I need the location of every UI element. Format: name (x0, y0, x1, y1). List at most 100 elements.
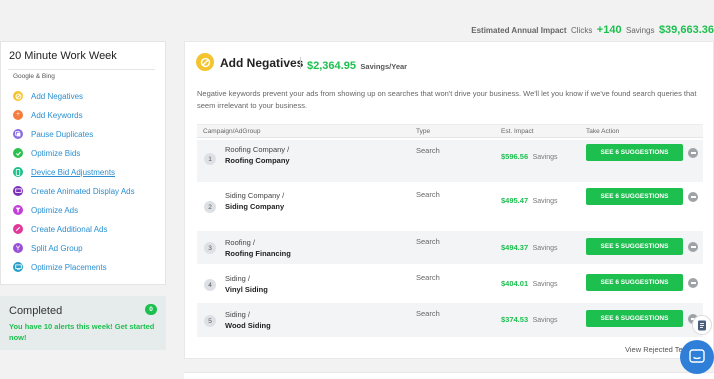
savings-unit: Savings/Year (360, 62, 408, 71)
split-icon (13, 243, 23, 253)
see-suggestions-button[interactable]: SEE 6 SUGGESTIONS (586, 274, 683, 291)
document-icon[interactable] (692, 315, 712, 335)
add-negatives-panel: Add Negatives $2,364.95 Savings/Year Neg… (184, 41, 714, 359)
impact-label: Savings (532, 245, 558, 252)
screen-icon (13, 262, 23, 272)
table-row: 2 Siding Company / Siding Company Search… (197, 183, 703, 226)
sidebar-item-add-keywords[interactable]: + Add Keywords (13, 108, 83, 122)
adgroup-name: Roofing Financing (225, 249, 291, 258)
dismiss-icon[interactable] (688, 278, 698, 288)
plus-icon: + (13, 110, 23, 120)
campaign-cell: Siding Company / Siding Company (225, 190, 284, 212)
sidebar-item-optimize-ads[interactable]: Optimize Ads (13, 203, 78, 217)
impact-value: $596.56 (501, 152, 529, 161)
funnel-icon (13, 205, 23, 215)
campaign-cell: Roofing / Roofing Financing (225, 237, 291, 259)
sidebar-item-add-negatives[interactable]: Add Negatives (13, 89, 83, 103)
table-header: Campaign/AdGroup Type Est. Impact Take A… (197, 124, 703, 138)
block-icon (13, 91, 23, 101)
dismiss-icon[interactable] (688, 242, 698, 252)
sidebar-title: 20 Minute Work Week (9, 50, 117, 62)
savings-amount: $2,364.95 (307, 60, 356, 72)
type-cell: Search (416, 309, 440, 318)
column-header-impact: Est. Impact (501, 128, 534, 135)
impact-cell: $495.47 Savings (501, 190, 557, 208)
sidebar-item-pause-duplicates[interactable]: Pause Duplicates (13, 127, 93, 141)
impact-cell: $494.37 Savings (501, 237, 557, 255)
display-icon (13, 186, 23, 196)
see-suggestions-button[interactable]: SEE 5 SUGGESTIONS (586, 238, 683, 255)
type-cell: Search (416, 146, 440, 155)
copy-icon (13, 129, 23, 139)
impact-label: Savings (532, 317, 558, 324)
impact-value: $404.01 (501, 279, 529, 288)
completed-count-badge: 0 (145, 304, 157, 315)
impact-value: $495.47 (501, 196, 529, 205)
title-divider (300, 57, 301, 69)
clicks-label: Clicks (570, 26, 593, 35)
view-rejected-link[interactable]: View Rejected Te (625, 345, 683, 354)
next-panel-edge (184, 372, 714, 379)
savings-label: Savings (626, 26, 655, 35)
campaign-cell: Roofing Company / Roofing Company (225, 144, 295, 166)
sidebar-subtitle: Google & Bing (13, 73, 55, 80)
see-suggestions-button[interactable]: SEE 6 SUGGESTIONS (586, 144, 683, 161)
adgroup-name: Siding Company (225, 202, 285, 211)
impact-label: Savings (532, 154, 558, 161)
block-icon (196, 53, 214, 71)
estimated-impact-bar: Estimated Annual Impact Clicks +140 Savi… (0, 20, 714, 38)
sidebar-item-optimize-placements[interactable]: Optimize Placements (13, 260, 107, 274)
panel-description: Negative keywords prevent your ads from … (197, 89, 697, 110)
sidebar-item-label: Split Ad Group (31, 243, 83, 253)
clicks-value: +140 (596, 24, 622, 36)
sidebar-item-device-bid-adjustments[interactable]: Device Bid Adjustments (13, 165, 115, 179)
impact-value: $494.37 (501, 243, 529, 252)
sidebar: 20 Minute Work Week Google & Bing Add Ne… (0, 41, 166, 285)
column-header-action: Take Action (586, 128, 620, 135)
sidebar-divider (8, 69, 155, 70)
table-row: 4 Siding / Vinyl Siding Search $404.01 S… (197, 267, 703, 300)
type-cell: Search (416, 237, 440, 246)
chat-icon[interactable] (680, 340, 714, 374)
see-suggestions-button[interactable]: SEE 6 SUGGESTIONS (586, 188, 683, 205)
sidebar-item-label: Optimize Bids (31, 148, 81, 158)
dismiss-icon[interactable] (688, 192, 698, 202)
impact-label: Estimated Annual Impact (471, 26, 567, 35)
impact-value: $374.53 (501, 315, 529, 324)
sidebar-item-optimize-bids[interactable]: Optimize Bids (13, 146, 80, 160)
adgroup-name: Wood Siding (225, 321, 271, 330)
campaign-name: Siding Company / (225, 191, 285, 200)
sidebar-item-label: Add Keywords (31, 110, 83, 120)
row-number: 2 (204, 201, 216, 213)
impact-cell: $596.56 Savings (501, 146, 557, 164)
panel-title: Add Negatives (220, 56, 304, 70)
sidebar-item-split-ad-group[interactable]: Split Ad Group (13, 241, 83, 255)
panel-savings: $2,364.95 Savings/Year (307, 56, 407, 74)
sidebar-item-label: Device Bid Adjustments (31, 167, 116, 177)
sidebar-item-create-animated-display-ads[interactable]: Create Animated Display Ads (13, 184, 135, 198)
table-row: 5 Siding / Wood Siding Search $374.53 Sa… (197, 303, 703, 337)
row-number: 5 (204, 315, 216, 327)
row-number: 4 (204, 279, 216, 291)
sidebar-item-label: Pause Duplicates (31, 129, 94, 139)
type-cell: Search (416, 273, 440, 282)
sidebar-item-label: Optimize Placements (31, 262, 107, 272)
impact-label: Savings (532, 281, 558, 288)
completed-message: You have 10 alerts this week! Get starte… (9, 322, 155, 342)
completed-title: Completed (9, 305, 63, 317)
impact-label: Savings (532, 198, 558, 205)
sidebar-item-label: Add Negatives (31, 91, 84, 101)
column-header-type: Type (416, 128, 431, 135)
see-suggestions-button[interactable]: SEE 6 SUGGESTIONS (586, 310, 683, 327)
dismiss-icon[interactable] (688, 148, 698, 158)
sidebar-item-label: Create Animated Display Ads (31, 186, 135, 196)
check-icon (13, 148, 23, 158)
campaign-name: Roofing Company / (225, 145, 290, 154)
savings-value: $39,663.36 (658, 24, 714, 36)
row-number: 3 (204, 242, 216, 254)
column-header-campaign: Campaign/AdGroup (203, 128, 261, 135)
campaign-name: Siding / (225, 274, 251, 283)
campaign-name: Roofing / (225, 238, 256, 247)
row-number: 1 (204, 153, 216, 165)
sidebar-item-create-additional-ads[interactable]: Create Additional Ads (13, 222, 108, 236)
